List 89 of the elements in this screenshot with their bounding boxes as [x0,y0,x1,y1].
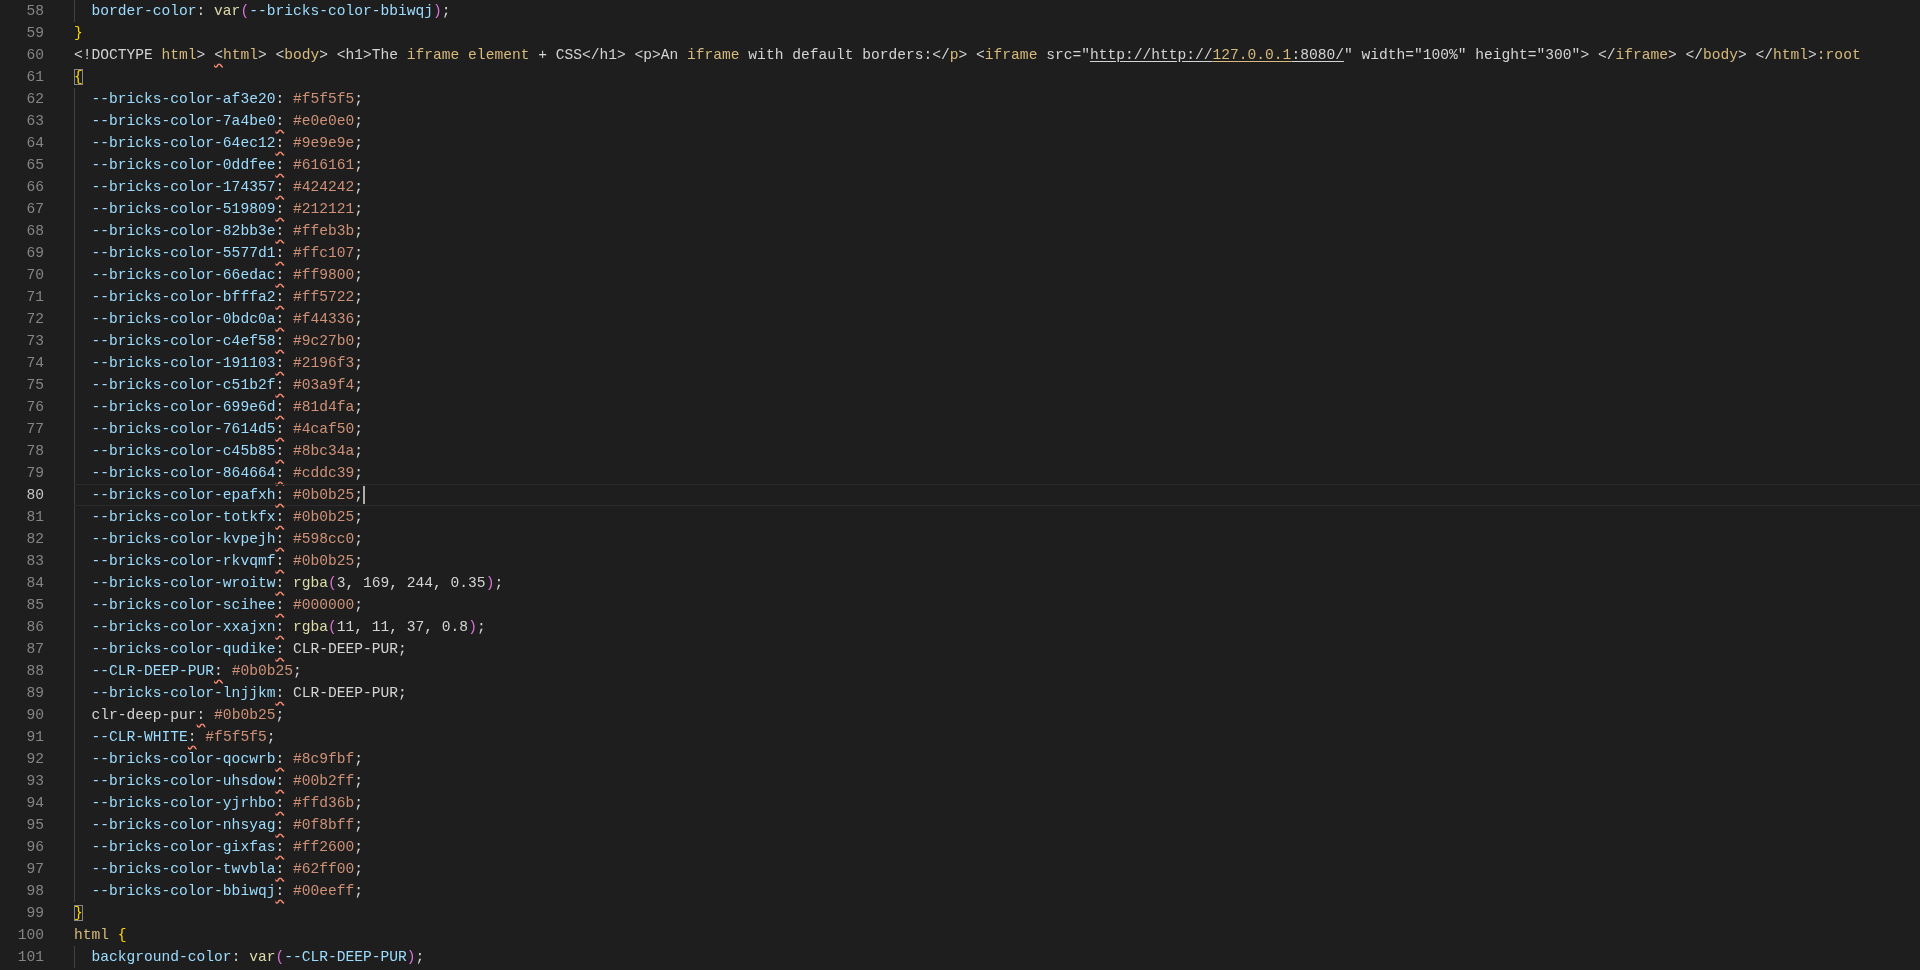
line-number: 92 [25,750,44,769]
code-line: --bricks-color-c4ef58: #9c27b0; [91,332,363,351]
code-line: --bricks-color-kvpejh: #598cc0; [91,530,363,549]
line-number: 88 [25,662,44,681]
code-line: --bricks-color-xxajxn: rgba(11, 11, 37, 0.8); [91,618,486,637]
code-line: --bricks-color-5577d1: #ffc107; [91,244,363,263]
code-line: --bricks-color-0bdc0a: #f44336; [91,310,363,329]
code-line: --bricks-color-864664: #cddc39; [91,464,363,483]
code-line: --bricks-color-82bb3e: #ffeb3b; [91,222,363,241]
line-number: 85 [25,596,44,615]
line-number: 62 [25,90,44,109]
code-line: --bricks-color-wroitw: rgba(3, 169, 244, 0.35); [91,574,504,593]
line-number: 64 [25,134,44,153]
code-line: border-color: var(--bricks-color-bbiwqj); [91,2,451,21]
code-line: --bricks-color-lnjjkm: CLR-DEEP-PUR; [91,684,407,703]
code-line: --bricks-color-7a4be0: #e0e0e0; [91,112,363,131]
code-line: --bricks-color-66edac: #ff9800; [91,266,363,285]
line-number: 75 [25,376,44,395]
code-line: clr-deep-pur: #0b0b25; [91,706,285,725]
code-line: --bricks-color-nhsyag: #0f8bff; [91,816,363,835]
line-number: 67 [25,200,44,219]
line-number: 70 [25,266,44,285]
line-number: 81 [25,508,44,527]
line-number: 59 [25,24,44,43]
code-line: --bricks-color-uhsdow: #00b2ff; [91,772,363,791]
line-number: 82 [25,530,44,549]
code-line: --bricks-color-qudike: CLR-DEEP-PUR; [91,640,407,659]
code-line: --bricks-color-epafxh: #0b0b25; [91,486,363,505]
code-line: --bricks-color-twvbla: #62ff00; [91,860,363,879]
code-line: --bricks-color-0ddfee: #616161; [91,156,363,175]
line-number: 58 [25,2,44,21]
line-number: 89 [25,684,44,703]
line-number: 98 [25,882,44,901]
code-line: <!DOCTYPE html> <html> <body> <h1>The iframe element + CSS</h1> <p>An iframe with default borders:</p> <iframe src="http://http://127.0.0.1:8080/" width="100%" height="300"> </iframe> </body> </html>:root [74,46,1861,65]
line-number: 90 [25,706,44,725]
line-number: 100 [16,926,44,945]
line-number: 80 [25,486,44,505]
line-number: 96 [25,838,44,857]
code-line: background-color: var(--CLR-DEEP-PUR); [91,948,425,967]
line-number: 60 [25,46,44,65]
line-number: 68 [25,222,44,241]
line-number: 73 [25,332,44,351]
line-number: 66 [25,178,44,197]
line-number: 99 [25,904,44,923]
code-line: --bricks-color-174357: #424242; [91,178,363,197]
line-number: 86 [25,618,44,637]
code-line: --CLR-WHITE: #f5f5f5; [91,728,276,747]
code-line: --bricks-color-699e6d: #81d4fa; [91,398,363,417]
line-number: 78 [25,442,44,461]
line-number: 76 [25,398,44,417]
line-number: 65 [25,156,44,175]
line-number: 94 [25,794,44,813]
line-number: 87 [25,640,44,659]
code-line: --bricks-color-rkvqmf: #0b0b25; [91,552,363,571]
code-line: --bricks-color-64ec12: #9e9e9e; [91,134,363,153]
code-line: --CLR-DEEP-PUR: #0b0b25; [91,662,302,681]
line-number: 79 [25,464,44,483]
line-number: 74 [25,354,44,373]
code-line: --bricks-color-af3e20: #f5f5f5; [91,90,363,109]
line-number: 101 [16,948,44,967]
code-line: --bricks-color-bbiwqj: #00eeff; [91,882,363,901]
code-line: } [74,904,83,923]
code-line: --bricks-color-7614d5: #4caf50; [91,420,363,439]
line-number: 84 [25,574,44,593]
code-line: html { [74,926,127,945]
line-number: 72 [25,310,44,329]
code-line: --bricks-color-c45b85: #8bc34a; [91,442,363,461]
line-number: 77 [25,420,44,439]
line-number: 63 [25,112,44,131]
code-line: --bricks-color-totkfx: #0b0b25; [91,508,363,527]
line-number: 83 [25,552,44,571]
code-line: --bricks-color-bfffa2: #ff5722; [91,288,363,307]
code-line: --bricks-color-qocwrb: #8c9fbf; [91,750,363,769]
line-number: 95 [25,816,44,835]
line-number: 97 [25,860,44,879]
line-number: 69 [25,244,44,263]
line-number: 61 [25,68,44,87]
line-number: 93 [25,772,44,791]
code-line: } [74,24,83,43]
code-line: --bricks-color-519809: #212121; [91,200,363,219]
code-line: { [74,68,83,87]
code-line: --bricks-color-yjrhbo: #ffd36b; [91,794,363,813]
code-line: --bricks-color-c51b2f: #03a9f4; [91,376,363,395]
text-cursor [363,486,365,504]
line-number: 91 [25,728,44,747]
code-line: --bricks-color-gixfas: #ff2600; [91,838,363,857]
code-line: --bricks-color-scihee: #000000; [91,596,363,615]
line-number: 71 [25,288,44,307]
code-line: --bricks-color-191103: #2196f3; [91,354,363,373]
